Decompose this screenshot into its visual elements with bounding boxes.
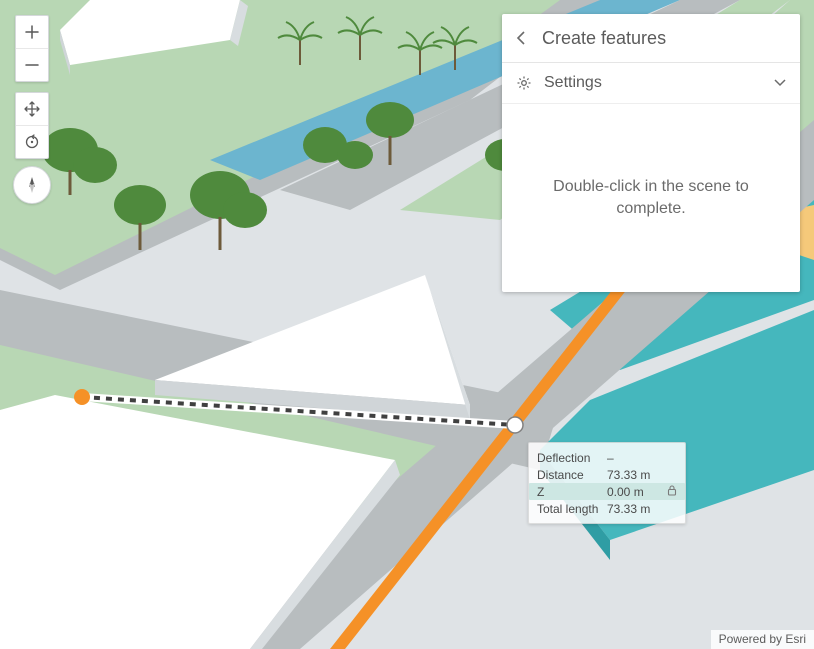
tooltip-row-deflection: Deflection – <box>537 449 677 466</box>
panel-header: Create features <box>502 14 800 63</box>
tooltip-row-distance: Distance 73.33 m <box>537 466 677 483</box>
gear-icon <box>516 75 532 91</box>
chevron-left-icon <box>516 31 528 45</box>
attribution: Powered by Esri <box>711 630 814 649</box>
navigation-controls <box>15 92 49 159</box>
tooltip-row-z: Z 0.00 m <box>529 483 685 500</box>
settings-row[interactable]: Settings <box>502 63 800 104</box>
pan-icon <box>24 101 40 117</box>
panel-title: Create features <box>542 28 666 49</box>
tooltip-value: 0.00 m <box>607 485 667 499</box>
rotate-icon <box>24 134 40 150</box>
tooltip-label: Z <box>537 485 607 499</box>
plus-icon <box>25 25 39 39</box>
tooltip-value: 73.33 m <box>607 502 677 516</box>
compass-button[interactable] <box>13 166 51 204</box>
tooltip-label: Distance <box>537 468 607 482</box>
settings-label: Settings <box>544 74 602 92</box>
measure-tooltip: Deflection – Distance 73.33 m Z 0.00 m T… <box>528 442 686 524</box>
tooltip-label: Total length <box>537 502 607 516</box>
minus-icon <box>25 58 39 72</box>
rotate-button[interactable] <box>16 125 48 158</box>
panel-hint: Double-click in the scene to complete. <box>502 104 800 292</box>
lock-icon <box>667 485 677 499</box>
tooltip-label: Deflection <box>537 451 607 465</box>
zoom-out-button[interactable] <box>16 48 48 81</box>
create-features-panel: Create features Settings Double-click in… <box>502 14 800 292</box>
chevron-down-icon <box>774 78 786 88</box>
pan-button[interactable] <box>16 93 48 125</box>
zoom-controls <box>15 15 49 82</box>
back-button[interactable] <box>516 31 528 45</box>
zoom-in-button[interactable] <box>16 16 48 48</box>
tooltip-value: – <box>607 451 677 465</box>
compass-icon <box>22 175 42 195</box>
tooltip-value: 73.33 m <box>607 468 677 482</box>
tooltip-row-total: Total length 73.33 m <box>537 500 677 517</box>
